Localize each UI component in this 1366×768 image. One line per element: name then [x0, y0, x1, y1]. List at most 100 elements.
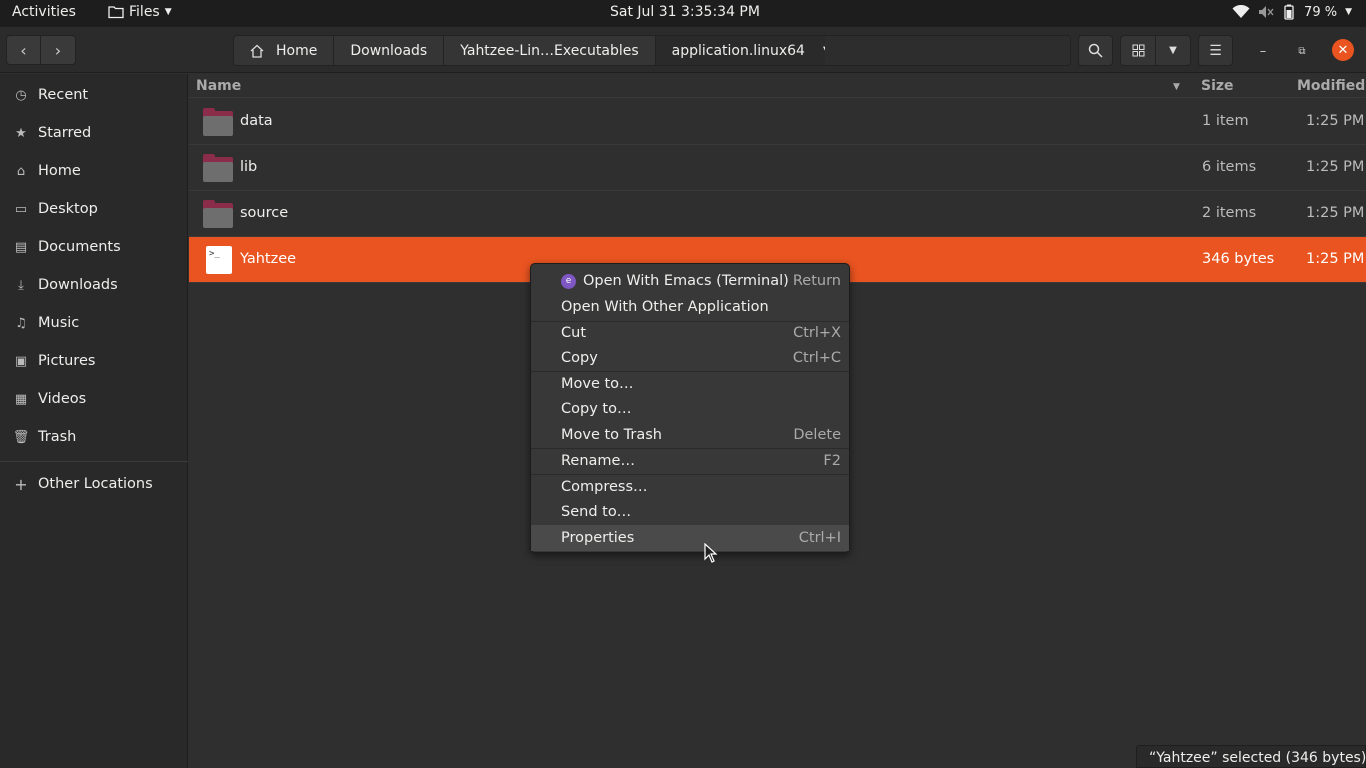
- sidebar-item-desktop[interactable]: ▭ Desktop: [0, 190, 188, 228]
- file-row[interactable]: data 1 item 1:25 PM: [189, 99, 1366, 145]
- menu-item-open-with-other[interactable]: Open With Other Application: [531, 294, 849, 320]
- sidebar-item-starred[interactable]: ★ Starred: [0, 114, 188, 152]
- home-icon: [250, 44, 264, 58]
- file-name: Yahtzee: [240, 251, 297, 267]
- search-button[interactable]: [1078, 35, 1113, 66]
- view-toggle-button[interactable]: [1120, 35, 1156, 66]
- sidebar-item-label: Pictures: [38, 353, 96, 369]
- chevron-left-icon: ‹: [20, 40, 27, 60]
- menu-item-label: Copy to…: [561, 401, 632, 417]
- system-tray[interactable]: 79 % ▼: [1232, 4, 1352, 20]
- sidebar-item-documents[interactable]: ▤ Documents: [0, 228, 188, 266]
- sidebar-item-home[interactable]: ⌂ Home: [0, 152, 188, 190]
- hamburger-icon: ☰: [1209, 42, 1222, 59]
- menu-item-copy-to[interactable]: Copy to…: [531, 396, 849, 422]
- executable-icon: >_: [206, 246, 232, 274]
- breadcrumb-label: Home: [276, 42, 318, 59]
- breadcrumb-yahtzee[interactable]: Yahtzee-Lin…Executables: [444, 36, 656, 65]
- context-menu: e Open With Emacs (Terminal) Return Open…: [530, 263, 850, 553]
- download-icon: ⤓: [18, 277, 24, 293]
- file-modified: 1:25 PM: [1306, 159, 1365, 175]
- activities-button[interactable]: Activities: [12, 4, 76, 20]
- menu-item-accel: Ctrl+X: [793, 325, 841, 341]
- breadcrumb-application-linux64[interactable]: application.linux64▼: [655, 36, 848, 65]
- view-options-button[interactable]: ▼: [1155, 35, 1191, 66]
- file-size: 1 item: [1202, 113, 1249, 129]
- sidebar-item-label: Music: [38, 315, 80, 331]
- sidebar-item-label: Recent: [38, 87, 89, 103]
- sidebar-item-label: Other Locations: [38, 476, 153, 492]
- column-size[interactable]: Size: [1201, 78, 1234, 94]
- file-size: 6 items: [1202, 159, 1257, 175]
- column-name[interactable]: Name: [196, 78, 241, 94]
- breadcrumb-downloads[interactable]: Downloads: [334, 36, 445, 65]
- menu-item-cut[interactable]: Cut Ctrl+X: [531, 320, 849, 346]
- breadcrumb-home[interactable]: Home: [234, 36, 335, 65]
- sidebar-item-videos[interactable]: ▦ Videos: [0, 380, 188, 418]
- close-icon: ✕: [1337, 42, 1349, 58]
- sidebar-item-label: Home: [38, 163, 81, 179]
- home-icon: ⌂: [16, 163, 26, 179]
- music-icon: ♫: [15, 315, 27, 331]
- file-name: lib: [240, 159, 258, 175]
- menu-item-label: Send to…: [561, 504, 632, 520]
- file-modified: 1:25 PM: [1306, 205, 1365, 221]
- forward-button[interactable]: ›: [41, 35, 76, 65]
- column-modified[interactable]: Modified: [1297, 78, 1365, 94]
- file-name: source: [240, 205, 289, 221]
- sidebar-item-pictures[interactable]: ▣ Pictures: [0, 342, 188, 380]
- breadcrumb-label: application.linux64: [671, 42, 805, 59]
- menu-item-send-to[interactable]: Send to…: [531, 499, 849, 525]
- sidebar-item-label: Trash: [38, 429, 77, 445]
- menu-item-move-to[interactable]: Move to…: [531, 371, 849, 397]
- grid-icon: [1132, 44, 1144, 57]
- picture-icon: ▣: [14, 353, 28, 369]
- menu-button[interactable]: ☰: [1198, 35, 1233, 66]
- sidebar-item-label: Starred: [38, 125, 92, 141]
- file-name: data: [240, 113, 273, 129]
- emacs-icon: e: [561, 273, 576, 289]
- menu-item-accel: Delete: [793, 427, 841, 443]
- sidebar-item-trash[interactable]: 🗑 Trash: [0, 418, 188, 456]
- file-size: 2 items: [1202, 205, 1257, 221]
- menu-item-copy[interactable]: Copy Ctrl+C: [531, 345, 849, 371]
- clock[interactable]: Sat Jul 31 3:35:34 PM: [610, 4, 760, 20]
- menu-item-open-with-emacs[interactable]: e Open With Emacs (Terminal) Return: [531, 268, 849, 294]
- path-bar-empty[interactable]: [825, 35, 1071, 66]
- menu-item-move-to-trash[interactable]: Move to Trash Delete: [531, 422, 849, 448]
- file-row[interactable]: source 2 items 1:25 PM: [189, 191, 1366, 237]
- sort-down-icon: ▼: [1173, 82, 1180, 92]
- battery-percent: 79 %: [1304, 4, 1338, 20]
- sidebar-item-label: Documents: [38, 239, 121, 255]
- clock-icon: ◷: [15, 87, 27, 103]
- sidebar-item-music[interactable]: ♫ Music: [0, 304, 188, 342]
- menu-item-label: Open With Emacs (Terminal): [583, 273, 789, 289]
- menu-item-compress[interactable]: Compress…: [531, 474, 849, 500]
- video-icon: ▦: [14, 391, 28, 407]
- search-icon: [1088, 43, 1103, 58]
- sidebar-item-downloads[interactable]: ⤓ Downloads: [0, 266, 188, 304]
- app-menu[interactable]: Files ▼: [108, 4, 172, 20]
- back-button[interactable]: ‹: [6, 35, 41, 65]
- sidebar-item-label: Desktop: [38, 201, 98, 217]
- close-button[interactable]: ✕: [1332, 39, 1354, 61]
- menu-item-label: Move to…: [561, 376, 634, 392]
- menu-item-rename[interactable]: Rename… F2: [531, 448, 849, 474]
- chevron-down-icon: ▼: [164, 7, 172, 17]
- menu-item-accel: F2: [823, 453, 841, 469]
- menu-item-label: Compress…: [561, 479, 648, 495]
- menu-item-accel: Return: [792, 273, 841, 289]
- menu-item-properties[interactable]: Properties Ctrl+I: [531, 525, 849, 551]
- file-row[interactable]: lib 6 items 1:25 PM: [189, 145, 1366, 191]
- top-bar: Activities Files ▼ Sat Jul 31 3:35:34 PM…: [0, 0, 1366, 27]
- minimize-icon: –: [1259, 43, 1267, 59]
- maximize-button[interactable]: ⧉: [1292, 41, 1312, 61]
- sidebar-item-recent[interactable]: ◷ Recent: [0, 76, 188, 114]
- sidebar-item-label: Downloads: [38, 277, 118, 293]
- minimize-button[interactable]: –: [1253, 41, 1273, 61]
- status-bar: “Yahtzee” selected (346 bytes): [1136, 745, 1366, 768]
- sidebar-item-other-locations[interactable]: + Other Locations: [0, 465, 188, 503]
- file-modified: 1:25 PM: [1306, 113, 1365, 129]
- sidebar-item-label: Videos: [38, 391, 87, 407]
- star-icon: ★: [15, 125, 27, 141]
